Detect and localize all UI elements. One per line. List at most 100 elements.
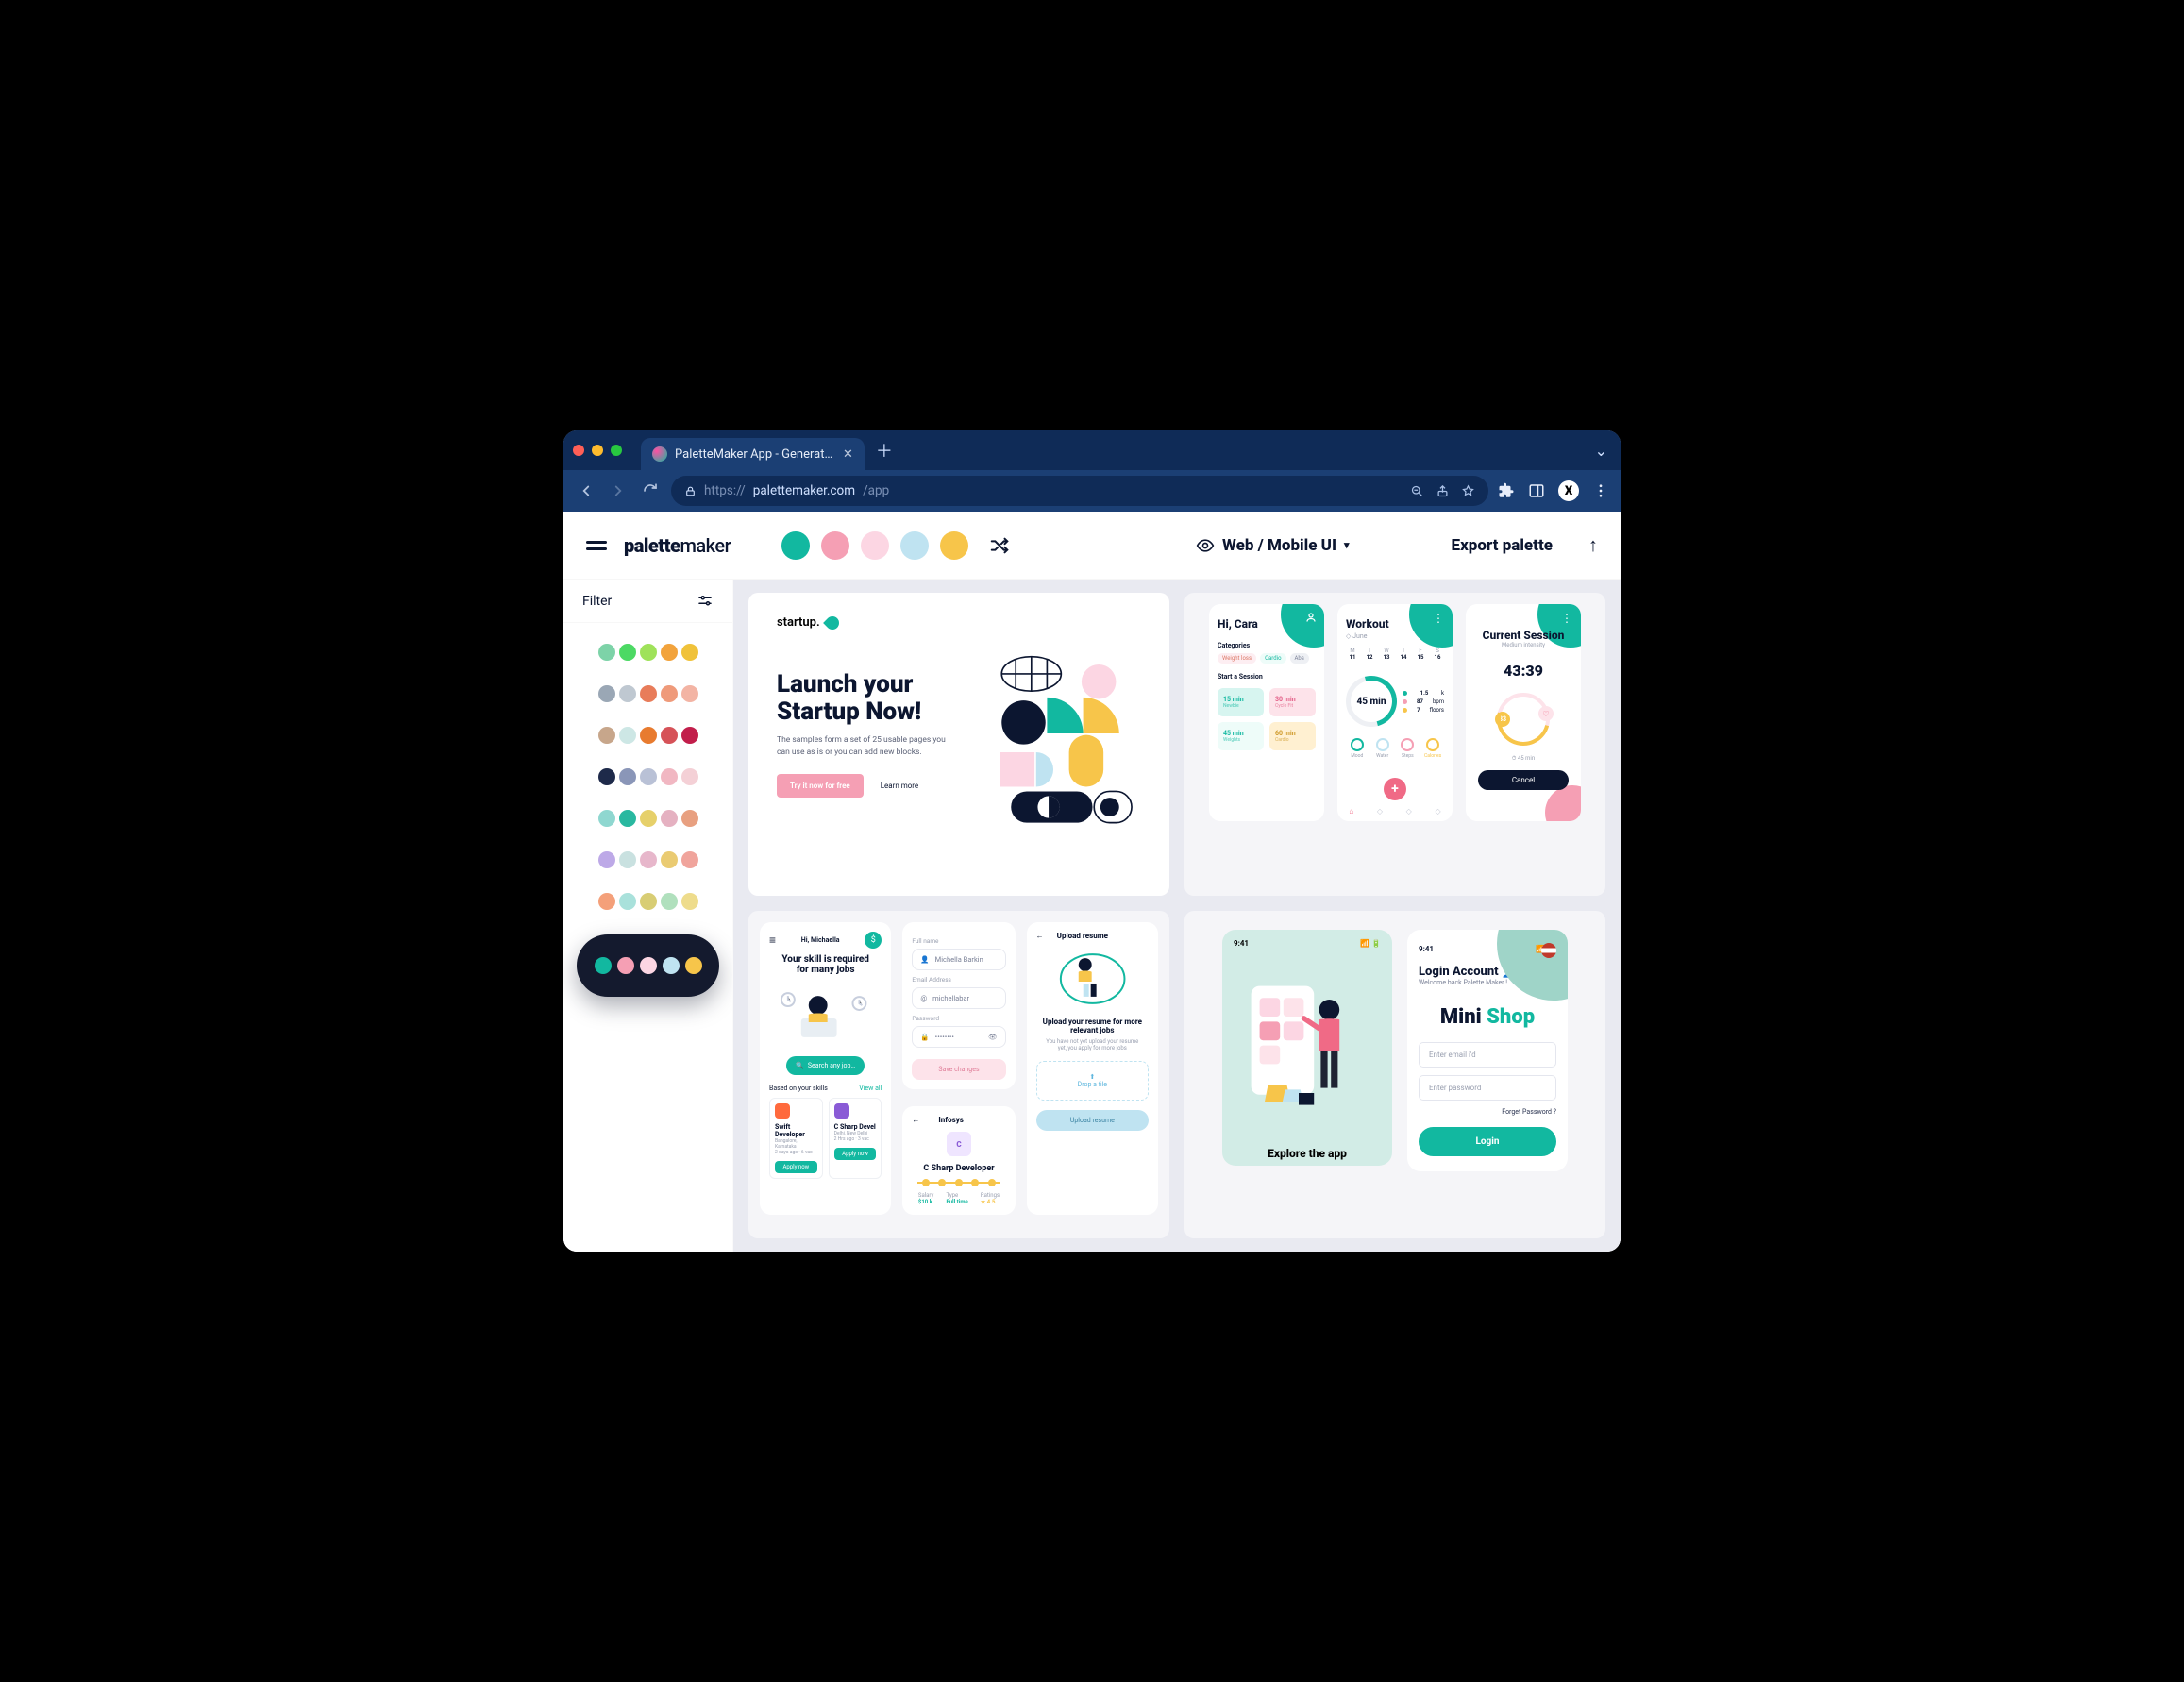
email-input[interactable]: @ michellabar — [912, 987, 1005, 1009]
workout-phone-1: Hi, Cara Categories Weight loss Cardio A… — [1209, 604, 1324, 821]
title: Current Session — [1474, 629, 1572, 642]
job-card[interactable]: C Sharp Devel Delhi, New Delhi 2 Hrs ago… — [829, 1098, 882, 1179]
leaf-icon — [823, 614, 842, 632]
preview-jobs[interactable]: ≡Hi, Michaella$ Your skill is required f… — [748, 911, 1169, 1238]
tabs-menu-icon[interactable]: ⌄ — [1595, 442, 1607, 460]
close-window-icon[interactable] — [573, 445, 584, 456]
forgot-password-link[interactable]: Forget Password ? — [1419, 1108, 1556, 1116]
apply-button[interactable]: Apply now — [834, 1148, 877, 1160]
palette-item[interactable] — [577, 644, 719, 661]
browser-tab[interactable]: PaletteMaker App - Generate C ✕ — [641, 438, 865, 470]
home-icon[interactable]: ⌂ — [1349, 807, 1353, 816]
nav-back-button[interactable] — [575, 479, 597, 502]
login-button[interactable]: Login — [1419, 1127, 1556, 1156]
session-tile[interactable]: 60 minCardio — [1269, 722, 1316, 750]
extension-icons: X — [1498, 480, 1609, 501]
more-icon[interactable]: ⋮ — [1561, 612, 1573, 625]
palette-swatch[interactable] — [861, 531, 889, 560]
progress-ring: 45 min — [1346, 676, 1397, 727]
save-changes-button[interactable]: Save changes — [912, 1059, 1005, 1080]
upload-resume-button[interactable]: Upload resume — [1036, 1110, 1149, 1131]
new-tab-button[interactable]: ＋ — [872, 438, 897, 463]
startup-brand-text: startup. — [777, 615, 820, 630]
bookmark-star-icon[interactable] — [1461, 484, 1475, 498]
preview-startup[interactable]: startup. Launch your Startup Now! The sa… — [748, 593, 1169, 896]
pill[interactable]: Abs — [1290, 653, 1309, 664]
session-tile[interactable]: 45 minWeights — [1218, 722, 1264, 750]
preview-shop[interactable]: 9:41📶 🔋 — [1184, 911, 1605, 1238]
app-header: palettemaker Web / Mobile UI ▾ Export pa… — [563, 512, 1621, 580]
category-selector[interactable]: Web / Mobile UI ▾ — [1196, 536, 1349, 555]
explore-title: Explore the app — [1222, 1147, 1392, 1160]
back-icon[interactable]: ← — [912, 1116, 919, 1124]
title: Workout — [1346, 617, 1444, 631]
job-card[interactable]: Swift Developer Bangalore, Karnataka 2 d… — [769, 1098, 823, 1179]
tab-strip: PaletteMaker App - Generate C ✕ ＋ ⌄ — [563, 430, 1621, 470]
app-logo[interactable]: palettemaker — [624, 534, 731, 557]
filter-icon — [697, 593, 714, 610]
view-all-link[interactable]: View all — [859, 1085, 882, 1092]
search-jobs-button[interactable]: 🔍 Search any job… — [786, 1056, 865, 1075]
session-time: 43:39 — [1474, 662, 1572, 680]
tab-title: PaletteMaker App - Generate C — [675, 447, 835, 462]
maximize-window-icon[interactable] — [611, 445, 622, 456]
palette-list[interactable] — [563, 623, 732, 1252]
tab-close-icon[interactable]: ✕ — [843, 447, 853, 462]
session-tile[interactable]: 15 minNewbie — [1218, 688, 1264, 716]
fullname-input[interactable]: 👤 Michella Barkin — [912, 949, 1005, 970]
minimize-window-icon[interactable] — [592, 445, 603, 456]
password-input[interactable]: Enter password — [1419, 1075, 1556, 1101]
sidebar: Filter — [563, 580, 733, 1252]
panel-icon[interactable] — [1528, 482, 1545, 499]
palette-item[interactable] — [577, 685, 719, 702]
export-button[interactable]: Export palette — [1452, 536, 1553, 555]
address-bar[interactable]: https:// palettemaker.com /app — [671, 476, 1488, 506]
password-input[interactable]: 🔒 ••••••••👁 — [912, 1026, 1005, 1048]
email-input[interactable]: Enter email i'd — [1419, 1042, 1556, 1068]
palette-item[interactable] — [577, 893, 719, 910]
menu-button[interactable] — [586, 537, 607, 554]
extensions-icon[interactable] — [1498, 482, 1515, 499]
share-icon[interactable] — [1436, 484, 1450, 498]
pill[interactable]: Weight loss — [1218, 653, 1256, 664]
apply-button[interactable]: Apply now — [775, 1161, 817, 1173]
preview-canvas[interactable]: startup. Launch your Startup Now! The sa… — [733, 580, 1621, 1252]
active-palette — [781, 531, 1010, 560]
session-tile[interactable]: 30 minCycle Fit — [1269, 688, 1316, 716]
pill[interactable]: Cardio — [1260, 653, 1285, 664]
filter-row[interactable]: Filter — [563, 580, 732, 623]
url-scheme: https:// — [704, 483, 746, 498]
greeting: Hi, Cara — [1218, 617, 1316, 631]
url-path: /app — [863, 483, 889, 498]
palette-item-active[interactable] — [577, 934, 719, 997]
window-controls[interactable] — [573, 445, 622, 456]
flag-icon[interactable] — [1541, 943, 1556, 958]
upload-button[interactable]: ↑ — [1588, 533, 1598, 557]
menu-icon[interactable] — [1592, 482, 1609, 499]
reload-button[interactable] — [639, 479, 662, 502]
palette-swatch[interactable] — [940, 531, 968, 560]
lock-icon — [684, 485, 697, 497]
app-body: Filter startup. Laun — [563, 580, 1621, 1252]
nav-forward-button[interactable] — [607, 479, 630, 502]
palette-swatch[interactable] — [900, 531, 929, 560]
label: Start a Session — [1218, 673, 1316, 681]
startup-cta-button[interactable]: Try it now for free — [777, 774, 864, 798]
back-icon[interactable]: ← — [1036, 932, 1044, 940]
palette-item[interactable] — [577, 851, 719, 868]
palette-item[interactable] — [577, 768, 719, 785]
startup-learn-link[interactable]: Learn more — [881, 782, 918, 790]
category-label: Web / Mobile UI — [1222, 536, 1336, 555]
palette-swatch[interactable] — [821, 531, 849, 560]
avatar-icon[interactable]: $ — [865, 932, 882, 949]
add-button[interactable]: + — [1384, 778, 1406, 800]
palette-item[interactable] — [577, 810, 719, 827]
palette-swatch[interactable] — [781, 531, 810, 560]
profile-avatar[interactable]: X — [1558, 480, 1579, 501]
palette-item[interactable] — [577, 727, 719, 744]
upload-dropzone[interactable]: ⬆Drop a file — [1036, 1061, 1149, 1101]
zoom-out-icon[interactable] — [1410, 484, 1424, 498]
preview-workout[interactable]: Hi, Cara Categories Weight loss Cardio A… — [1184, 593, 1605, 896]
cancel-button[interactable]: Cancel — [1478, 770, 1569, 790]
shuffle-button[interactable] — [989, 535, 1010, 556]
